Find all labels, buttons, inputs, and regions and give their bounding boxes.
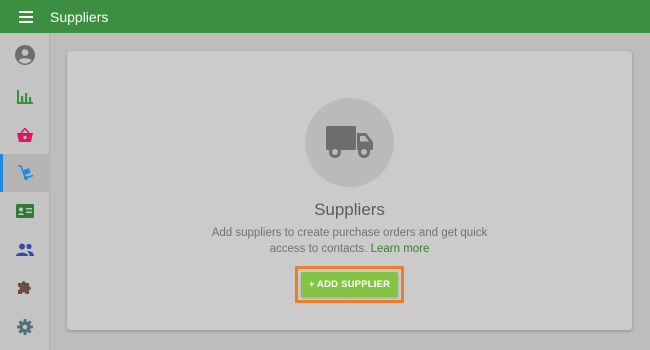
hamburger-menu-icon[interactable] bbox=[13, 7, 39, 27]
sidebar-item-customers[interactable] bbox=[0, 230, 50, 268]
learn-more-link[interactable]: Learn more bbox=[371, 243, 430, 255]
sidebar-item-suppliers[interactable] bbox=[0, 154, 50, 192]
account-circle-icon bbox=[15, 45, 35, 65]
add-supplier-highlight: + ADD SUPPLIER bbox=[295, 266, 404, 303]
page-title: Suppliers bbox=[50, 8, 109, 25]
add-supplier-button[interactable]: + ADD SUPPLIER bbox=[301, 272, 398, 297]
sidebar-item-employees[interactable] bbox=[0, 192, 50, 230]
puzzle-icon bbox=[18, 281, 31, 294]
main-content: Suppliers Add suppliers to create purcha… bbox=[51, 33, 650, 350]
people-icon bbox=[16, 243, 34, 256]
hand-truck-icon bbox=[17, 165, 33, 180]
empty-state-illustration bbox=[305, 98, 394, 187]
bar-chart-icon bbox=[17, 90, 33, 104]
id-card-icon bbox=[16, 204, 34, 218]
empty-state-card: Suppliers Add suppliers to create purcha… bbox=[67, 51, 632, 330]
sidebar-item-reports[interactable] bbox=[0, 78, 50, 116]
empty-state-title: Suppliers bbox=[314, 200, 385, 219]
truck-icon bbox=[325, 125, 373, 158]
top-app-bar: Suppliers bbox=[0, 0, 650, 33]
empty-state-description: Add suppliers to create purchase orders … bbox=[207, 225, 492, 257]
sidebar-item-sales[interactable] bbox=[0, 116, 50, 154]
sidebar-item-settings[interactable] bbox=[0, 308, 50, 346]
basket-icon bbox=[17, 128, 33, 142]
sidebar-item-account[interactable] bbox=[0, 36, 50, 74]
sidebar-item-integrations[interactable] bbox=[0, 268, 50, 306]
sidebar bbox=[0, 33, 50, 350]
gear-icon bbox=[17, 319, 33, 335]
empty-state-description-text: Add suppliers to create purchase orders … bbox=[211, 227, 488, 255]
